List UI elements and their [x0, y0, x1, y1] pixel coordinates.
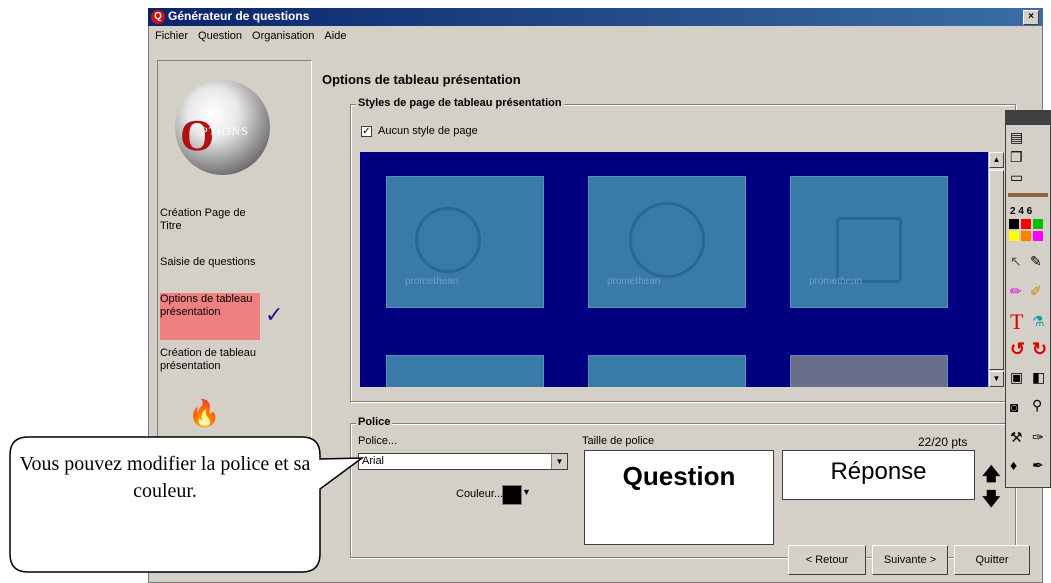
font-select[interactable]: Arial ▼: [358, 453, 568, 470]
color-label: Couleur...: [456, 488, 504, 500]
checkmark-icon: ✓: [265, 302, 284, 327]
window-title: Générateur de questions: [168, 9, 310, 23]
color-yellow[interactable]: [1009, 231, 1019, 241]
highlighter-icon[interactable]: ✏: [1010, 283, 1022, 300]
color-black[interactable]: [1009, 219, 1019, 229]
style-tile[interactable]: promethean: [588, 176, 746, 308]
back-button[interactable]: < Retour: [788, 545, 866, 575]
line-width-slider[interactable]: [1008, 193, 1048, 197]
step-options-tableau[interactable]: Options de tableau présentation: [160, 293, 260, 340]
paint-icon[interactable]: ♦: [1010, 457, 1017, 473]
scroll-thumb[interactable]: [989, 170, 1004, 370]
menu-fichier[interactable]: Fichier: [150, 28, 193, 46]
question-preview: Question: [584, 450, 774, 545]
pen-icon[interactable]: ✎: [1030, 253, 1042, 270]
step-saisie-questions[interactable]: Saisie de questions: [160, 256, 260, 269]
step-creation-page-titre[interactable]: Création Page de Titre: [160, 207, 260, 233]
scroll-up-icon[interactable]: ▲: [989, 152, 1004, 168]
answer-preview: Réponse: [782, 450, 975, 500]
eraser-icon[interactable]: ✐: [1030, 283, 1042, 300]
color-dropdown-icon[interactable]: ▼: [522, 487, 531, 497]
pointer-icon[interactable]: ↖: [1010, 253, 1022, 270]
menu-aide[interactable]: Aide: [319, 28, 351, 46]
marker-icon[interactable]: ✑: [1032, 429, 1044, 446]
callout-bubble: Vous pouvez modifier la police et sa cou…: [9, 436, 365, 573]
style-tile[interactable]: [386, 355, 544, 387]
logo-text: PTIONS: [201, 124, 250, 138]
gallery-scrollbar[interactable]: ▲ ▼: [988, 152, 1004, 387]
reveal-icon[interactable]: ◧: [1032, 369, 1045, 386]
page-style-gallery: promethean promethean promethean: [360, 152, 988, 387]
font-group-title: Police: [356, 416, 393, 428]
style-tile[interactable]: [588, 355, 746, 387]
color-magenta[interactable]: [1033, 231, 1043, 241]
toolbox-titlebar[interactable]: [1006, 111, 1050, 125]
police-label: Police...: [358, 435, 398, 447]
font-size-value: 22/20 pts: [918, 435, 968, 449]
flame-icon: 🔥: [188, 398, 221, 428]
question-preview-text: Question: [622, 461, 736, 491]
menu-organisation[interactable]: Organisation: [247, 28, 319, 46]
color-swatch[interactable]: [502, 485, 522, 505]
style-tile[interactable]: promethean: [790, 176, 948, 308]
brush-icon[interactable]: ✒: [1032, 457, 1044, 474]
step-creation-tableau[interactable]: Création de tableau présentation: [160, 347, 260, 373]
close-button[interactable]: ×: [1023, 10, 1039, 25]
menu-bar: Fichier Question Organisation Aide: [150, 28, 351, 46]
floating-toolbox: ▤ ❐ ▭ 2 4 6 ↖ ✎ ✏ ✐ T ⚗ ↺ ↻ ▣ ◧ ◙ ⚲ ⚒ ✑ …: [1005, 110, 1051, 488]
next-button[interactable]: Suivante >: [872, 545, 948, 575]
callout-text: Vous pouvez modifier la police et sa cou…: [19, 453, 311, 502]
camera-icon[interactable]: ▭: [1010, 169, 1023, 186]
text-icon[interactable]: T: [1010, 309, 1023, 335]
quit-button[interactable]: Quitter: [954, 545, 1030, 575]
scroll-down-icon[interactable]: ▼: [989, 371, 1004, 387]
no-style-label: Aucun style de page: [378, 125, 478, 137]
chevron-down-icon[interactable]: ▼: [551, 454, 567, 469]
pages-icon[interactable]: ❐: [1010, 149, 1023, 166]
tools-icon[interactable]: ⚒: [1010, 429, 1023, 446]
options-logo: O PTIONS: [175, 80, 270, 175]
answer-preview-text: Réponse: [830, 458, 927, 485]
camera-snapshot-icon[interactable]: ◙: [1010, 399, 1018, 415]
style-tile[interactable]: [790, 355, 948, 387]
app-q-icon: Q: [151, 10, 165, 24]
title-bar: Q Générateur de questions ×: [148, 8, 1043, 26]
screen-icon[interactable]: ▣: [1010, 369, 1023, 386]
zoom-icon[interactable]: ⚲: [1032, 397, 1042, 414]
style-tile[interactable]: promethean: [386, 176, 544, 308]
page-icon[interactable]: ▤: [1010, 129, 1023, 146]
color-red[interactable]: [1021, 219, 1031, 229]
color-orange[interactable]: [1021, 231, 1031, 241]
width-numbers: 2 4 6: [1010, 206, 1033, 217]
page-title: Options de tableau présentation: [322, 72, 521, 87]
menu-question[interactable]: Question: [193, 28, 247, 46]
undo-icon[interactable]: ↺: [1010, 339, 1025, 360]
color-green[interactable]: [1033, 219, 1043, 229]
font-select-value: Arial: [362, 455, 385, 467]
styles-group-title: Styles de page de tableau présentation: [356, 97, 564, 109]
redo-icon[interactable]: ↻: [1032, 339, 1047, 360]
font-size-label: Taille de police: [582, 435, 655, 447]
size-down-icon[interactable]: 🡇: [982, 487, 1001, 517]
no-style-checkbox[interactable]: ✓: [361, 126, 372, 137]
fill-icon[interactable]: ⚗: [1032, 313, 1045, 330]
